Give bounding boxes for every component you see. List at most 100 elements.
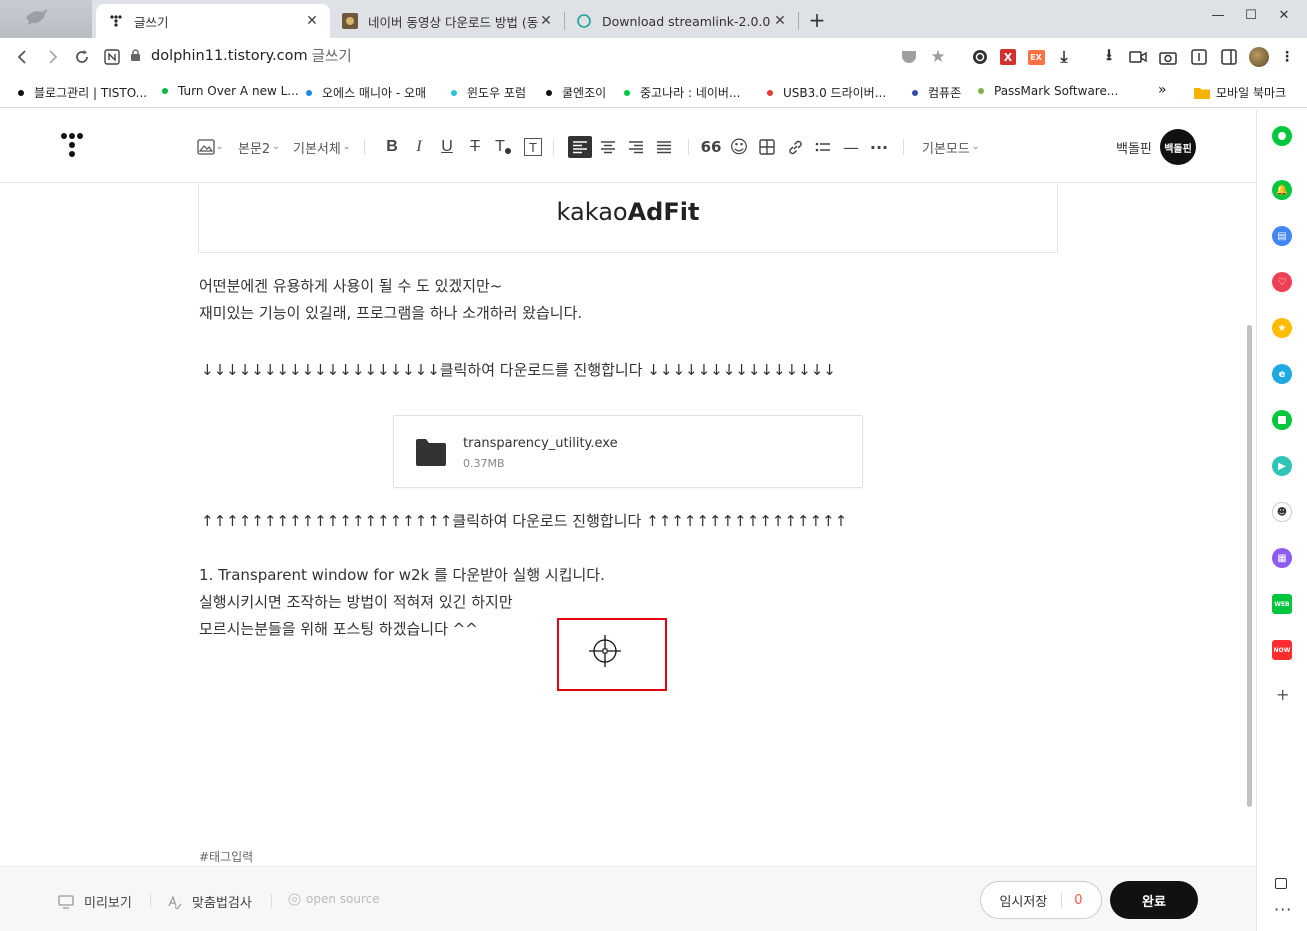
intro-line-2[interactable]: 재미있는 기능이 있길래, 프로그램을 하나 소개하러 왔습니다. <box>199 300 582 327</box>
sidebar-icon[interactable] <box>1220 48 1238 66</box>
bullet-icon <box>624 89 630 96</box>
step-line-2[interactable]: 실행시키시면 조작하는 방법이 적혀져 있긴 하지만 <box>199 589 513 616</box>
text-background-button[interactable]: T <box>522 136 544 158</box>
download-arrow-line-top[interactable]: ↓↓↓↓↓↓↓↓↓↓↓↓↓↓↓↓↓↓↓클릭하여 다운로드를 진행합니다 ↓↓↓↓… <box>201 357 836 384</box>
bell-icon[interactable]: 🔔 <box>1272 180 1292 200</box>
list-button[interactable] <box>812 136 834 158</box>
panel-more-button[interactable]: ··· <box>1274 900 1292 919</box>
video-icon[interactable] <box>1129 48 1147 66</box>
download-icon[interactable]: ⭳ <box>1100 45 1118 66</box>
insert-image-button[interactable]: ⌄ <box>197 136 224 158</box>
bookmark-turn-over[interactable]: Turn Over A new L... <box>162 84 299 98</box>
webtoon-icon[interactable]: WEB <box>1272 594 1292 614</box>
forward-button[interactable] <box>41 46 63 68</box>
table-button[interactable] <box>756 136 778 158</box>
edge-icon[interactable]: e <box>1272 364 1292 384</box>
panel-layout-icon[interactable] <box>1275 878 1287 889</box>
back-button[interactable] <box>12 46 34 68</box>
editor-bottom-bar: 미리보기 맞춤법검사 open source 임시저장 0 완료 <box>0 866 1256 931</box>
editor-content[interactable]: kakaoAdFit 어떤분에겐 유용하게 사용이 될 수 도 있겠지만~ 재미… <box>0 184 1248 866</box>
file-name[interactable]: transparency_utility.exe <box>463 436 618 451</box>
character-icon[interactable]: ☻ <box>1272 502 1292 522</box>
bookmarks-overflow-button[interactable]: » <box>1158 82 1167 98</box>
editor-mode-select[interactable]: 기본모드 ⌄ <box>922 136 979 158</box>
now-icon[interactable]: NOW <box>1272 640 1292 660</box>
tab-write[interactable]: 글쓰기 ✕ <box>96 4 330 38</box>
draft-count: 0 <box>1061 892 1083 908</box>
text-color-icon: T <box>495 138 505 155</box>
avatar[interactable]: 백돌핀 <box>1160 129 1196 165</box>
pocket-red-icon[interactable]: ♡ <box>1272 272 1292 292</box>
spellcheck-button[interactable]: 맞춤법검사 <box>167 892 252 911</box>
bookmark-compuzone[interactable]: 컴퓨존 <box>912 84 961 101</box>
more-tools-button[interactable]: ··· <box>868 136 890 158</box>
align-left-button[interactable] <box>568 136 592 158</box>
calendar-icon[interactable]: ▦ <box>1272 548 1292 568</box>
profile-avatar-icon[interactable] <box>1249 47 1269 67</box>
align-left-icon <box>573 141 587 154</box>
intro-line-1[interactable]: 어떤분에겐 유용하게 사용이 될 수 도 있겠지만~ <box>199 273 502 300</box>
emoji-button[interactable]: ☺ <box>728 136 750 158</box>
close-window-button[interactable]: ✕ <box>1261 0 1307 30</box>
download-arrow-line-bottom[interactable]: ↑↑↑↑↑↑↑↑↑↑↑↑↑↑↑↑↑↑↑↑클릭하여 다운로드 진행합니다 ↑↑↑↑… <box>201 508 847 535</box>
new-tab-button[interactable]: + <box>806 8 828 32</box>
address-bar[interactable]: dolphin11.tistory.com 글쓰기 <box>130 45 352 66</box>
tab-download-streamlink[interactable]: Download streamlink-2.0.0.exe ✕ <box>564 4 798 38</box>
download-arrow-icon[interactable]: ⤓ <box>1055 47 1073 66</box>
tab-separator <box>798 12 799 30</box>
text-color-button[interactable]: T <box>492 136 514 158</box>
strikethrough-button[interactable]: T <box>464 136 486 158</box>
reader-icon[interactable] <box>1190 48 1208 66</box>
ext-x-icon[interactable]: X <box>999 48 1017 66</box>
tab-close-icon[interactable]: ✕ <box>772 13 788 29</box>
content-scrollbar[interactable] <box>1247 325 1252 807</box>
browser-menu-icon[interactable]: ⋮ <box>1278 48 1296 66</box>
tab-close-icon[interactable]: ✕ <box>304 13 320 29</box>
link-button[interactable] <box>784 136 806 158</box>
pocket-icon[interactable] <box>900 48 918 66</box>
tag-input[interactable]: #태그입력 <box>199 848 253 865</box>
naver-home-button[interactable] <box>101 46 123 68</box>
publish-button[interactable]: 완료 <box>1110 881 1198 919</box>
italic-button[interactable]: I <box>408 136 430 158</box>
green-circle-icon[interactable] <box>1272 126 1292 146</box>
briefcase-icon[interactable]: ▤ <box>1272 226 1292 246</box>
reload-button[interactable] <box>71 46 93 68</box>
align-right-button[interactable] <box>625 136 647 158</box>
bookmark-joonggonara[interactable]: 중고나라 : 네이버... <box>624 84 740 101</box>
bookmark-label: 컴퓨존 <box>928 86 962 100</box>
divider-button[interactable]: — <box>840 136 862 158</box>
step-line-3[interactable]: 모르시는분들을 위해 포스팅 하겠습니다 ^^ <box>199 616 478 643</box>
save-draft-button[interactable]: 임시저장 0 <box>980 881 1102 919</box>
bookmark-windows-forum[interactable]: 윈도우 포럼 <box>451 84 526 101</box>
kakao-adfit-banner[interactable]: kakaoAdFit <box>198 184 1058 253</box>
mobile-bookmarks-folder[interactable]: 모바일 북마크 <box>1194 84 1286 101</box>
bookmark-coolenjoy[interactable]: 쿨엔조이 <box>546 84 606 101</box>
ext-ex-icon[interactable]: EX <box>1027 48 1045 66</box>
ext-g-icon[interactable] <box>971 48 989 66</box>
align-center-button[interactable] <box>597 136 619 158</box>
play-green-icon[interactable]: ▶ <box>1272 456 1292 476</box>
bold-button[interactable]: B <box>381 136 403 158</box>
bookmark-osmania[interactable]: 오에스 매니아 - 오매 <box>306 84 426 101</box>
font-select[interactable]: 기본서체 ⌄ <box>293 136 350 158</box>
file-attachment[interactable]: transparency_utility.exe 0.37MB <box>393 415 863 488</box>
step-line-1[interactable]: 1. Transparent window for w2k 를 다운받아 실행 … <box>199 562 605 589</box>
camera-icon[interactable] <box>1159 48 1177 66</box>
open-source-link[interactable]: open source <box>288 892 380 906</box>
preview-button[interactable]: 미리보기 <box>58 892 132 911</box>
bookmark-usb-driver[interactable]: USB3.0 드라이버... <box>767 84 886 101</box>
add-panel-button[interactable]: + <box>1276 685 1289 704</box>
square-green-icon[interactable] <box>1272 410 1292 430</box>
quote-button[interactable]: 66 <box>700 136 722 158</box>
bookmark-passmark[interactable]: PassMark Software... <box>978 84 1118 98</box>
tistory-logo-icon[interactable] <box>60 132 84 160</box>
star-icon[interactable]: ★ <box>929 47 947 67</box>
underline-button[interactable]: U <box>436 136 458 158</box>
bookmark-tistory[interactable]: 블로그관리 | TISTO... <box>18 84 147 101</box>
paragraph-style-select[interactable]: 본문2 ⌄ <box>238 136 280 158</box>
tab-naver-video[interactable]: 네이버 동영상 다운로드 방법 (동 ✕ <box>330 4 564 38</box>
star-yellow-icon[interactable]: ★ <box>1272 318 1292 338</box>
tab-close-icon[interactable]: ✕ <box>538 13 554 29</box>
align-justify-button[interactable] <box>653 136 675 158</box>
